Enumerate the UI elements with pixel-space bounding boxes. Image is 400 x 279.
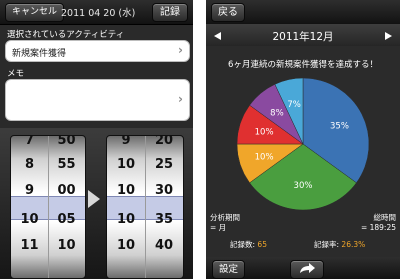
hour-cell[interactable]: 9 xyxy=(107,136,145,151)
record-count: 記録数: 65 xyxy=(230,240,267,250)
minute-cell[interactable]: 10 xyxy=(48,235,85,256)
minute-cell[interactable]: 40 xyxy=(145,235,183,256)
pie-slice-label: 8% xyxy=(270,108,284,118)
pie-slice-label: 30% xyxy=(294,181,313,191)
memo-field[interactable]: › xyxy=(5,79,190,121)
hour-cell-selected[interactable]: 9 xyxy=(11,180,48,201)
minute-cell[interactable]: 55 xyxy=(48,154,85,175)
minute-cell-selected[interactable]: 30 xyxy=(145,180,183,201)
stats-screen: 戻る 2011年12月 6ヶ月連続の新規案件獲得を達成する！ 35% 30% 10%… xyxy=(206,0,400,279)
minute-cell[interactable]: 20 xyxy=(145,136,183,151)
month-title: 2011年12月 xyxy=(272,31,334,43)
pie-slice-label: 10% xyxy=(255,127,274,137)
entry-date: 2011 04 20 (水) xyxy=(61,8,136,19)
cancel-button[interactable]: キャンセル xyxy=(5,3,65,22)
stats-bottombar: 設定 xyxy=(206,257,400,279)
end-time-wheel[interactable]: 9 10 10 10 10 20 25 30 35 40 xyxy=(106,135,184,279)
settings-button[interactable]: 設定 xyxy=(212,260,246,279)
hour-cell[interactable]: 8 xyxy=(11,154,48,175)
save-button[interactable]: 記録 xyxy=(152,3,188,22)
minute-cell[interactable]: 05 xyxy=(48,209,85,230)
hour-cell[interactable]: 7 xyxy=(11,136,48,151)
minute-cell[interactable]: 35 xyxy=(145,209,183,230)
start-time-wheel[interactable]: 7 8 9 10 11 50 55 00 05 10 xyxy=(10,135,86,279)
share-button[interactable] xyxy=(290,260,324,279)
record-rate: 記録率: 26.3% xyxy=(314,240,365,250)
record-rate-label: 記録率: xyxy=(314,240,340,249)
chevron-right-icon: › xyxy=(178,92,183,106)
hour-cell[interactable]: 11 xyxy=(11,235,48,256)
entry-topbar: キャンセル 2011 04 20 (水) 記録 xyxy=(0,0,193,25)
hour-cell[interactable]: 10 xyxy=(11,209,48,230)
pie-slice-label: 7% xyxy=(287,100,301,110)
stats-topbar: 戻る xyxy=(206,0,400,25)
share-arrow-icon xyxy=(300,263,315,273)
pie-slice-label: 35% xyxy=(330,121,349,131)
activity-field[interactable]: 新規案件獲得 › xyxy=(5,40,190,62)
total-time-value: = 189:25 xyxy=(360,223,396,232)
minute-cell-selected[interactable]: 00 xyxy=(48,180,85,201)
hour-cell[interactable]: 10 xyxy=(107,154,145,175)
time-picker: 7 8 9 10 11 50 55 00 05 10 9 10 10 10 10… xyxy=(0,128,193,279)
minute-cell[interactable]: 50 xyxy=(48,136,85,151)
hour-cell[interactable]: 10 xyxy=(107,209,145,230)
chevron-right-icon: › xyxy=(178,43,183,57)
period-value: = 月 xyxy=(210,223,227,232)
period-label: 分析期間 xyxy=(210,213,240,222)
play-arrow-icon xyxy=(88,190,100,208)
activity-pie-chart: 35% 30% 10% 10% 8%7% xyxy=(236,77,370,211)
memo-label: メモ xyxy=(7,69,25,79)
activity-label: 選択されているアクティビティ xyxy=(7,30,125,40)
record-count-label: 記録数: xyxy=(230,240,256,249)
total-time-label: 総時間 xyxy=(373,213,397,222)
record-count-value: 65 xyxy=(257,240,267,249)
entry-screen: キャンセル 2011 04 20 (水) 記録 選択されているアクティビティ 新… xyxy=(0,0,193,279)
minute-cell[interactable]: 25 xyxy=(145,154,183,175)
back-button[interactable]: 戻る xyxy=(211,3,245,22)
hour-cell-selected[interactable]: 10 xyxy=(107,180,145,201)
record-rate-value: 26.3% xyxy=(341,240,366,249)
pie-slice-label: 10% xyxy=(255,153,274,163)
activity-value: 新規案件獲得 xyxy=(12,49,67,59)
hour-cell[interactable]: 10 xyxy=(107,235,145,256)
month-bar: 2011年12月 xyxy=(206,24,400,46)
next-month-icon[interactable] xyxy=(385,32,392,40)
goal-headline: 6ヶ月連続の新規案件獲得を達成する！ xyxy=(228,60,378,70)
